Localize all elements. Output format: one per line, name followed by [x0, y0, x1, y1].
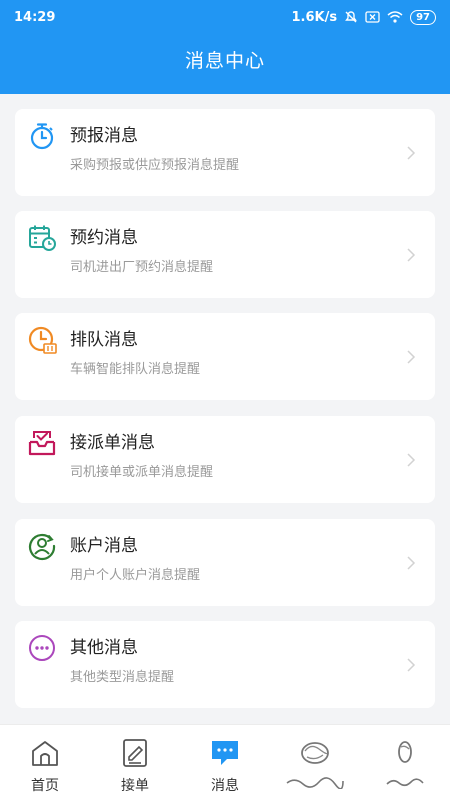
chevron-right-icon — [407, 658, 416, 672]
calendar-clock-icon — [29, 225, 56, 251]
battery-indicator: 97 — [410, 9, 436, 25]
sim-off-icon — [365, 11, 380, 23]
tab-label: 接单 — [121, 778, 149, 794]
home-icon — [32, 741, 58, 766]
card-title: 其他消息 — [70, 638, 138, 658]
card-title: 账户消息 — [70, 536, 138, 556]
queue-clock-icon — [28, 326, 57, 354]
inbox-check-icon — [28, 431, 56, 456]
card-subtitle: 司机接单或派单消息提醒 — [70, 465, 214, 480]
wifi-icon — [387, 11, 403, 23]
status-time: 14:29 — [14, 9, 56, 25]
card-subtitle: 其他类型消息提醒 — [70, 670, 175, 685]
card-subtitle: 用户个人账户消息提醒 — [70, 568, 201, 583]
chevron-right-icon — [407, 146, 416, 160]
card-queue-messages[interactable]: 排队消息 车辆智能排队消息提醒 — [15, 313, 435, 400]
network-speed: 1.6K/s — [291, 9, 338, 25]
tab-orders[interactable]: 接单 — [90, 725, 180, 800]
bottom-tab-bar: 首页 接单 消息 — [0, 724, 450, 800]
status-bar: 14:29 1.6K/s 97 — [0, 0, 450, 34]
tab-obscured-2[interactable] — [360, 725, 450, 800]
chat-bubble-icon — [212, 741, 238, 765]
chevron-right-icon — [407, 350, 416, 364]
tab-label: 消息 — [211, 778, 239, 794]
card-forecast-messages[interactable]: 预报消息 采购预报或供应预报消息提醒 — [15, 109, 435, 196]
card-title: 预约消息 — [70, 228, 138, 248]
tab-messages[interactable]: 消息 — [180, 725, 270, 800]
card-title: 接派单消息 — [70, 433, 155, 453]
tab-home[interactable]: 首页 — [0, 725, 90, 800]
card-subtitle: 车辆智能排队消息提醒 — [70, 362, 201, 377]
card-appointment-messages[interactable]: 预约消息 司机进出厂预约消息提醒 — [15, 211, 435, 298]
card-other-messages[interactable]: 其他消息 其他类型消息提醒 — [15, 621, 435, 708]
status-icons: 1.6K/s 97 — [291, 9, 436, 25]
stopwatch-icon — [30, 123, 54, 150]
scribbled-icon — [398, 741, 412, 763]
card-title: 排队消息 — [70, 330, 138, 350]
app-header: 14:29 1.6K/s 97 消息中心 — [0, 0, 450, 94]
scribble-mark — [386, 778, 424, 787]
mute-icon — [345, 11, 357, 23]
card-title: 预报消息 — [70, 126, 138, 146]
scribbled-icon — [301, 742, 329, 764]
user-account-icon — [28, 533, 56, 561]
more-dots-icon — [29, 635, 55, 661]
card-dispatch-messages[interactable]: 接派单消息 司机接单或派单消息提醒 — [15, 416, 435, 503]
order-edit-icon — [123, 739, 147, 767]
scribble-mark — [286, 777, 344, 789]
chevron-right-icon — [407, 556, 416, 570]
tab-label: 首页 — [31, 778, 59, 794]
page-title: 消息中心 — [184, 50, 265, 72]
card-account-messages[interactable]: 账户消息 用户个人账户消息提醒 — [15, 519, 435, 606]
chevron-right-icon — [407, 453, 416, 467]
chevron-right-icon — [407, 248, 416, 262]
tab-obscured-1[interactable] — [270, 725, 360, 800]
card-subtitle: 司机进出厂预约消息提醒 — [70, 260, 214, 275]
card-subtitle: 采购预报或供应预报消息提醒 — [70, 158, 240, 173]
